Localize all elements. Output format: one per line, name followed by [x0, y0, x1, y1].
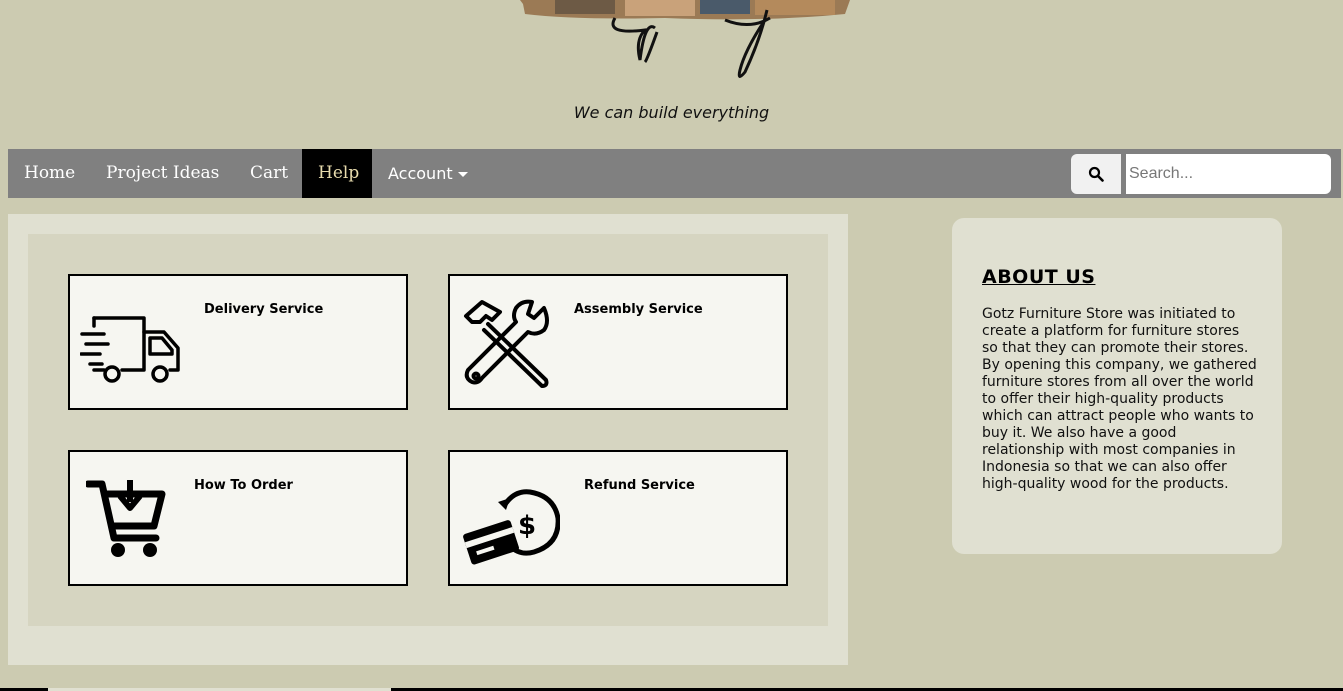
service-title: Refund Service — [584, 478, 695, 493]
search-button[interactable] — [1071, 154, 1121, 194]
service-title: Delivery Service — [204, 302, 324, 317]
about-us-box: ABOUT US Gotz Furniture Store was initia… — [952, 218, 1282, 554]
navbar: Home Project Ideas Cart Help Account — [8, 149, 1341, 198]
about-text: Gotz Furniture Store was initiated to cr… — [982, 306, 1257, 492]
caret-down-icon — [457, 172, 468, 177]
about-title: ABOUT US — [982, 266, 1096, 288]
hammer-wrench-icon — [460, 298, 552, 394]
service-card-how-to-order[interactable]: How To Order — [68, 450, 408, 586]
nav-project-ideas[interactable]: Project Ideas — [90, 149, 235, 198]
nav-home[interactable]: Home — [8, 149, 91, 198]
services-grid: Delivery Service Assembly Service How To… — [28, 234, 828, 626]
search-icon — [1088, 166, 1104, 182]
nav-cart[interactable]: Cart — [234, 149, 304, 198]
nav-account-dropdown[interactable]: Account — [372, 149, 484, 198]
store-logo — [515, 0, 855, 85]
services-panel: Delivery Service Assembly Service How To… — [8, 214, 848, 665]
tagline: We can build everything — [573, 103, 770, 122]
service-title: How To Order — [194, 478, 293, 493]
service-card-delivery[interactable]: Delivery Service — [68, 274, 408, 410]
svg-text:$: $ — [518, 511, 536, 541]
search-input[interactable] — [1126, 154, 1331, 194]
nav-account-label: Account — [388, 164, 453, 183]
service-card-refund[interactable]: $ Refund Service — [448, 450, 788, 586]
service-title: Assembly Service — [574, 302, 703, 317]
nav-help[interactable]: Help — [302, 149, 372, 198]
service-card-assembly[interactable]: Assembly Service — [448, 274, 788, 410]
refund-card-icon: $ — [462, 476, 561, 578]
delivery-truck-icon — [79, 312, 182, 388]
shopping-cart-icon — [84, 480, 166, 564]
